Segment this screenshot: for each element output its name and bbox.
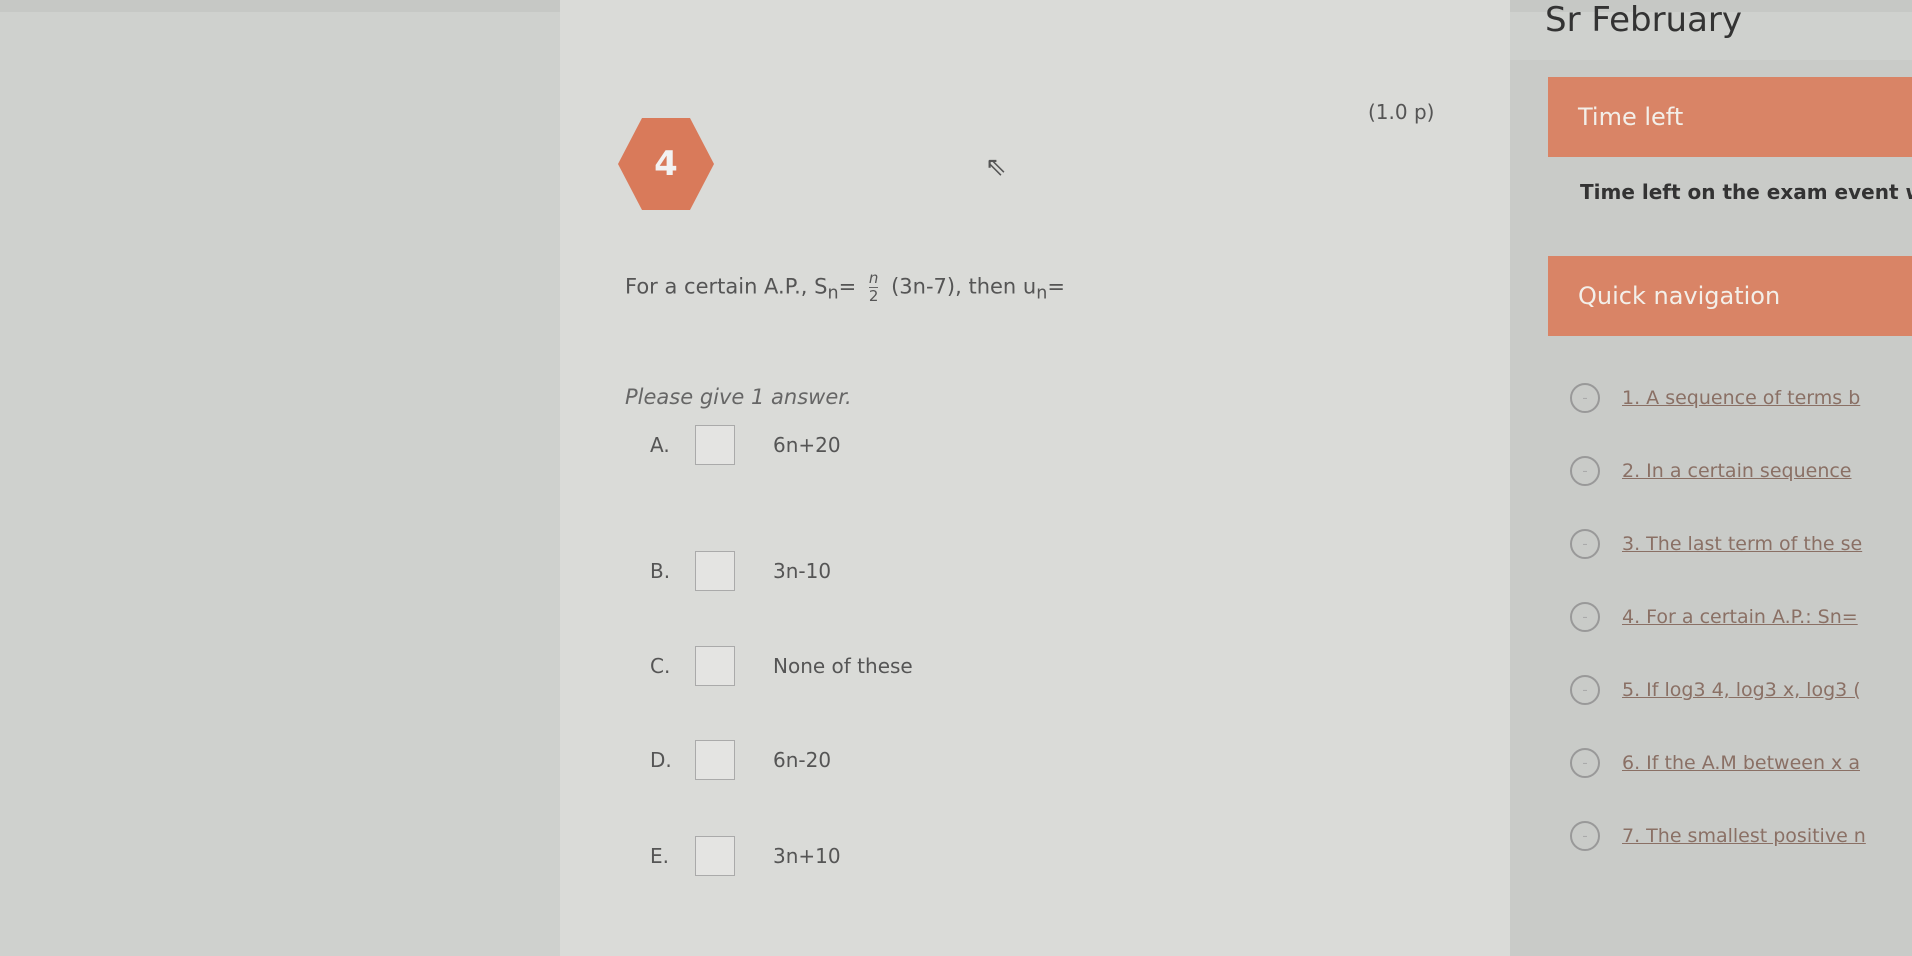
nav-item-5[interactable]: –5. If log3 4, log3 x, log3 ( bbox=[1570, 675, 1861, 705]
mouse-cursor-icon: ⇖ bbox=[985, 152, 1007, 182]
quick-navigation-header: Quick navigation bbox=[1548, 256, 1912, 336]
nav-item-2[interactable]: –2. In a certain sequence bbox=[1570, 456, 1852, 486]
option-b[interactable]: B. 3n-10 bbox=[650, 551, 831, 591]
question-text: For a certain A.P., Sn= n2 (3n-7), then … bbox=[625, 269, 1065, 305]
status-circle-icon: – bbox=[1570, 529, 1600, 559]
nav-item-6[interactable]: –6. If the A.M between x a bbox=[1570, 748, 1860, 778]
option-c[interactable]: C. None of these bbox=[650, 646, 913, 686]
time-left-header: Time left bbox=[1548, 77, 1912, 157]
nav-item-1[interactable]: –1. A sequence of terms b bbox=[1570, 383, 1860, 413]
option-d[interactable]: D. 6n-20 bbox=[650, 740, 831, 780]
status-circle-icon: – bbox=[1570, 748, 1600, 778]
status-circle-icon: – bbox=[1570, 456, 1600, 486]
checkbox[interactable] bbox=[695, 551, 735, 591]
course-title: Sr February bbox=[1545, 0, 1743, 40]
checkbox[interactable] bbox=[695, 740, 735, 780]
status-circle-icon: – bbox=[1570, 675, 1600, 705]
option-a[interactable]: A. 6n+20 bbox=[650, 425, 841, 465]
question-points: (1.0 p) bbox=[1368, 100, 1435, 124]
checkbox[interactable] bbox=[695, 646, 735, 686]
nav-item-4[interactable]: –4. For a certain A.P.: Sn= bbox=[1570, 602, 1858, 632]
checkbox[interactable] bbox=[695, 836, 735, 876]
nav-item-7[interactable]: –7. The smallest positive n bbox=[1570, 821, 1866, 851]
option-e[interactable]: E. 3n+10 bbox=[650, 836, 841, 876]
fraction: n2 bbox=[868, 269, 879, 305]
time-left-description: Time left on the exam event w bbox=[1580, 180, 1912, 204]
status-circle-icon: – bbox=[1570, 821, 1600, 851]
status-circle-icon: – bbox=[1570, 383, 1600, 413]
answer-hint: Please give 1 answer. bbox=[625, 385, 852, 409]
checkbox[interactable] bbox=[695, 425, 735, 465]
status-circle-icon: – bbox=[1570, 602, 1600, 632]
nav-item-3[interactable]: –3. The last term of the se bbox=[1570, 529, 1862, 559]
